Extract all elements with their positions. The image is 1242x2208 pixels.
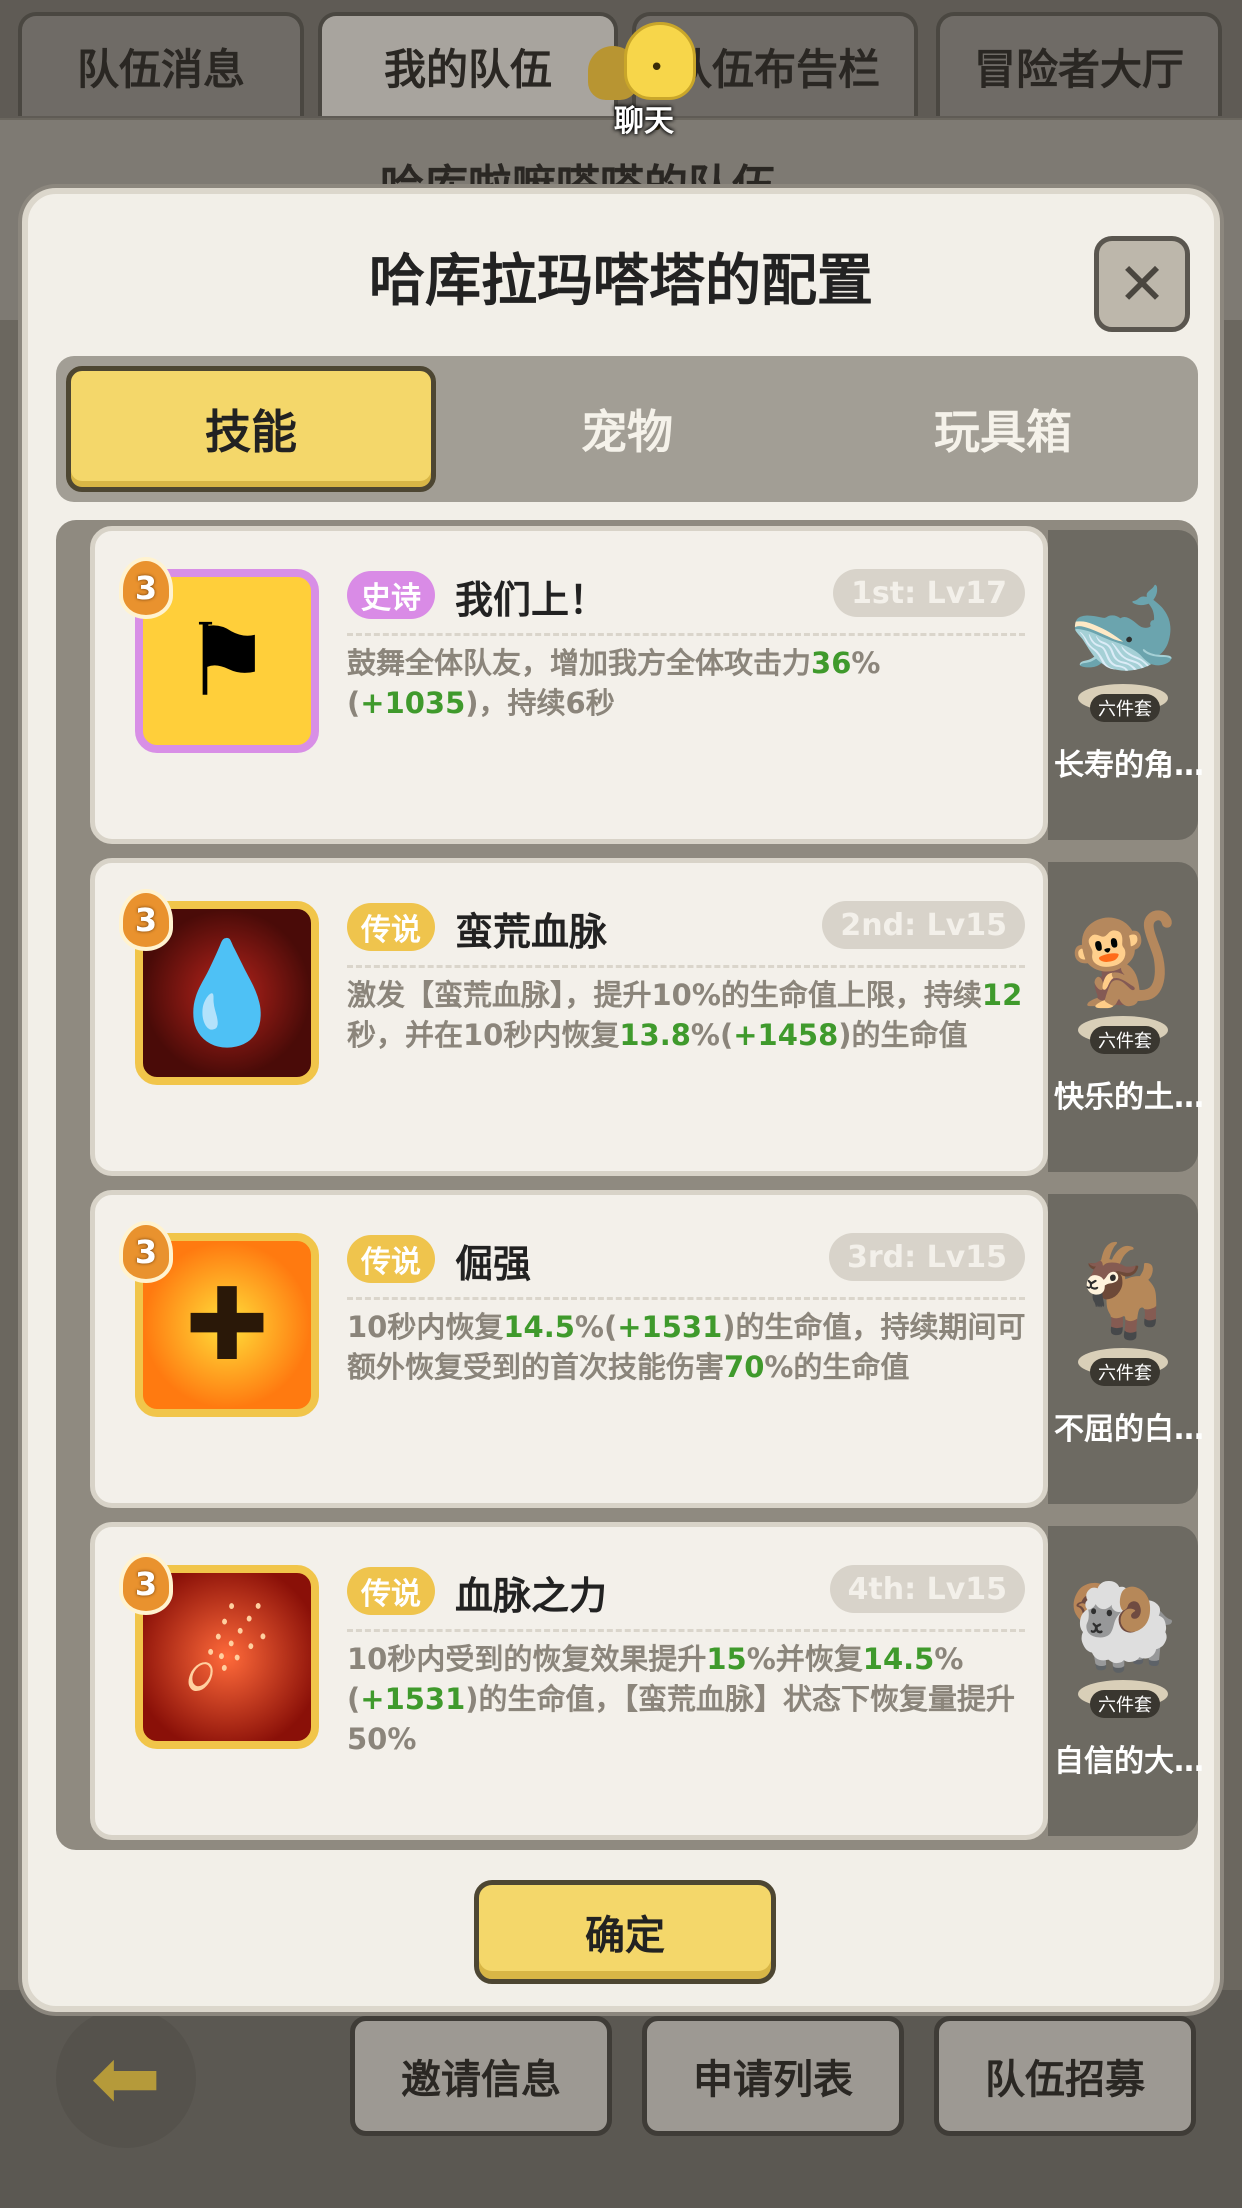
back-arrow-icon[interactable]: ⬅ — [56, 2008, 196, 2148]
highlight-value: +1531 — [617, 1310, 723, 1344]
desc-text: %并恢复 — [746, 1642, 863, 1676]
skill-name: 倔强 — [455, 1242, 532, 1286]
skill-list: ⚑ 3 史诗 我们上！ 1st: Lv17 鼓舞全体队友，增加我方全体攻击力36… — [56, 520, 1204, 1850]
skill-description: 10秒内恢复14.5%(+1531)的生命值，持续期间可额外恢复受到的首次技能伤… — [347, 1307, 1037, 1387]
desc-text: )的生命值 — [838, 1018, 968, 1052]
pet-slot[interactable]: 🐏 六件套 自信的大… — [1048, 1526, 1204, 1836]
divider — [347, 965, 1025, 968]
skill-description: 激发【蛮荒血脉】，提升10%的生命值上限，持续12 秒，并在10秒内恢复13.8%… — [347, 975, 1037, 1055]
rarity-badge: 传说 — [347, 1235, 435, 1283]
pet-slot[interactable]: 🐒 六件套 快乐的土… — [1048, 862, 1204, 1172]
highlight-value: 15 — [706, 1642, 747, 1676]
skill-card[interactable]: ✚ 3 传说 倔强 3rd: Lv15 10秒内恢复14.5%(+1531)的生… — [90, 1190, 1048, 1508]
set-label: 六件套 — [1090, 1690, 1160, 1718]
rarity-badge: 传说 — [347, 903, 435, 951]
desc-text: %( — [690, 1018, 734, 1052]
highlight-value: +1035 — [360, 686, 466, 720]
chat-mascot-icon: • ‿ • — [624, 22, 696, 143]
highlight-value: 36 — [811, 646, 852, 680]
pet-name: 不屈的白… — [1054, 1412, 1204, 1447]
whale-pet-icon: 🐋 — [1066, 574, 1180, 680]
pet-slot[interactable]: 🐋 六件套 长寿的角… — [1048, 530, 1204, 840]
skill-order-level: 2nd: Lv15 — [822, 901, 1025, 949]
highlight-value: 14.5 — [862, 1642, 935, 1676]
set-label: 六件套 — [1090, 694, 1160, 722]
skill-description: 鼓舞全体队友，增加我方全体攻击力36%(+1035)，持续6秒 — [347, 643, 1037, 723]
pet-name: 长寿的角… — [1054, 748, 1204, 783]
tab-my-team[interactable]: 我的队伍 — [318, 12, 618, 116]
skill-level-badge: 3 — [119, 1221, 173, 1283]
divider — [347, 1297, 1025, 1300]
skill-level-badge: 3 — [119, 889, 173, 951]
skill-level-badge: 3 — [119, 1553, 173, 1615]
highlight-value: +1458 — [733, 1018, 839, 1052]
desc-text: 鼓舞全体队友，增加我方全体攻击力 — [347, 646, 812, 680]
skill-description: 10秒内受到的恢复效果提升15%并恢复14.5%(+1531)的生命值，【蛮荒血… — [347, 1639, 1037, 1759]
highlight-value: 14.5 — [503, 1310, 575, 1344]
tab-pets[interactable]: 宠物 — [442, 366, 812, 492]
skill-card[interactable]: ⚑ 3 史诗 我们上！ 1st: Lv17 鼓舞全体队友，增加我方全体攻击力36… — [90, 526, 1048, 844]
highlight-value: 70 — [724, 1350, 765, 1384]
chat-label: 聊天 — [614, 104, 674, 139]
dark-goat-pet-icon: 🐏 — [1066, 1570, 1180, 1676]
skill-order-level: 4th: Lv15 — [829, 1565, 1025, 1613]
rarity-badge: 传说 — [347, 1567, 435, 1615]
skill-name: 血脉之力 — [455, 1574, 608, 1618]
set-label: 六件套 — [1090, 1026, 1160, 1054]
desc-text: %( — [574, 1310, 618, 1344]
set-label: 六件套 — [1090, 1358, 1160, 1386]
pet-slot[interactable]: 🐐 六件套 不屈的白… — [1048, 1194, 1204, 1504]
close-icon[interactable]: ✕ — [1094, 236, 1190, 332]
highlight-value: 13.8 — [619, 1018, 691, 1052]
tab-toybox[interactable]: 玩具箱 — [818, 366, 1188, 492]
goat-pet-icon: 🐐 — [1066, 1238, 1180, 1344]
modal-title: 哈库拉玛嗒塔的配置 — [369, 249, 873, 314]
desc-text: 10秒内恢复 — [347, 1310, 504, 1344]
desc-text: 激发【蛮荒血脉】，提升10%的生命值上限，持续 — [347, 978, 982, 1012]
divider — [347, 633, 1025, 636]
skill-order-level: 1st: Lv17 — [833, 569, 1025, 617]
pet-name: 快乐的土… — [1054, 1080, 1204, 1115]
desc-text: 秒，并在10秒内恢复 — [347, 1018, 620, 1052]
rarity-badge: 史诗 — [347, 571, 435, 619]
tab-skills[interactable]: 技能 — [66, 366, 436, 492]
team-recruit-button[interactable]: 队伍招募 — [934, 2016, 1196, 2136]
chat-button[interactable]: • ‿ • 聊天 — [580, 22, 700, 143]
desc-text: 10秒内受到的恢复效果提升 — [347, 1642, 707, 1676]
invite-info-button[interactable]: 邀请信息 — [350, 2016, 612, 2136]
divider — [347, 1629, 1025, 1632]
tab-team-messages[interactable]: 队伍消息 — [18, 12, 304, 116]
config-tabs: 技能 宠物 玩具箱 — [56, 356, 1198, 502]
skill-card[interactable]: ☄ 3 传说 血脉之力 4th: Lv15 10秒内受到的恢复效果提升15%并恢… — [90, 1522, 1048, 1840]
skill-name: 蛮荒血脉 — [455, 910, 608, 954]
config-modal: 哈库拉玛嗒塔的配置 ✕ 技能 宠物 玩具箱 ⚑ 3 史诗 我们上！ 1st: L… — [22, 188, 1220, 2012]
highlight-value: 12 — [981, 978, 1023, 1012]
skill-level-badge: 3 — [119, 557, 173, 619]
skill-name: 我们上！ — [455, 578, 608, 622]
monkey-pet-icon: 🐒 — [1066, 906, 1180, 1012]
confirm-button[interactable]: 确定 — [474, 1880, 776, 1984]
skill-order-level: 3rd: Lv15 — [828, 1233, 1025, 1281]
pet-name: 自信的大… — [1054, 1744, 1204, 1779]
skill-card[interactable]: 💧 3 传说 蛮荒血脉 2nd: Lv15 激发【蛮荒血脉】，提升10%的生命值… — [90, 858, 1048, 1176]
desc-text: %的生命值 — [764, 1350, 910, 1384]
application-list-button[interactable]: 申请列表 — [642, 2016, 904, 2136]
tab-adventurer-hall[interactable]: 冒险者大厅 — [936, 12, 1222, 116]
desc-text: )，持续6秒 — [465, 686, 615, 720]
highlight-value: +1531 — [360, 1682, 466, 1716]
